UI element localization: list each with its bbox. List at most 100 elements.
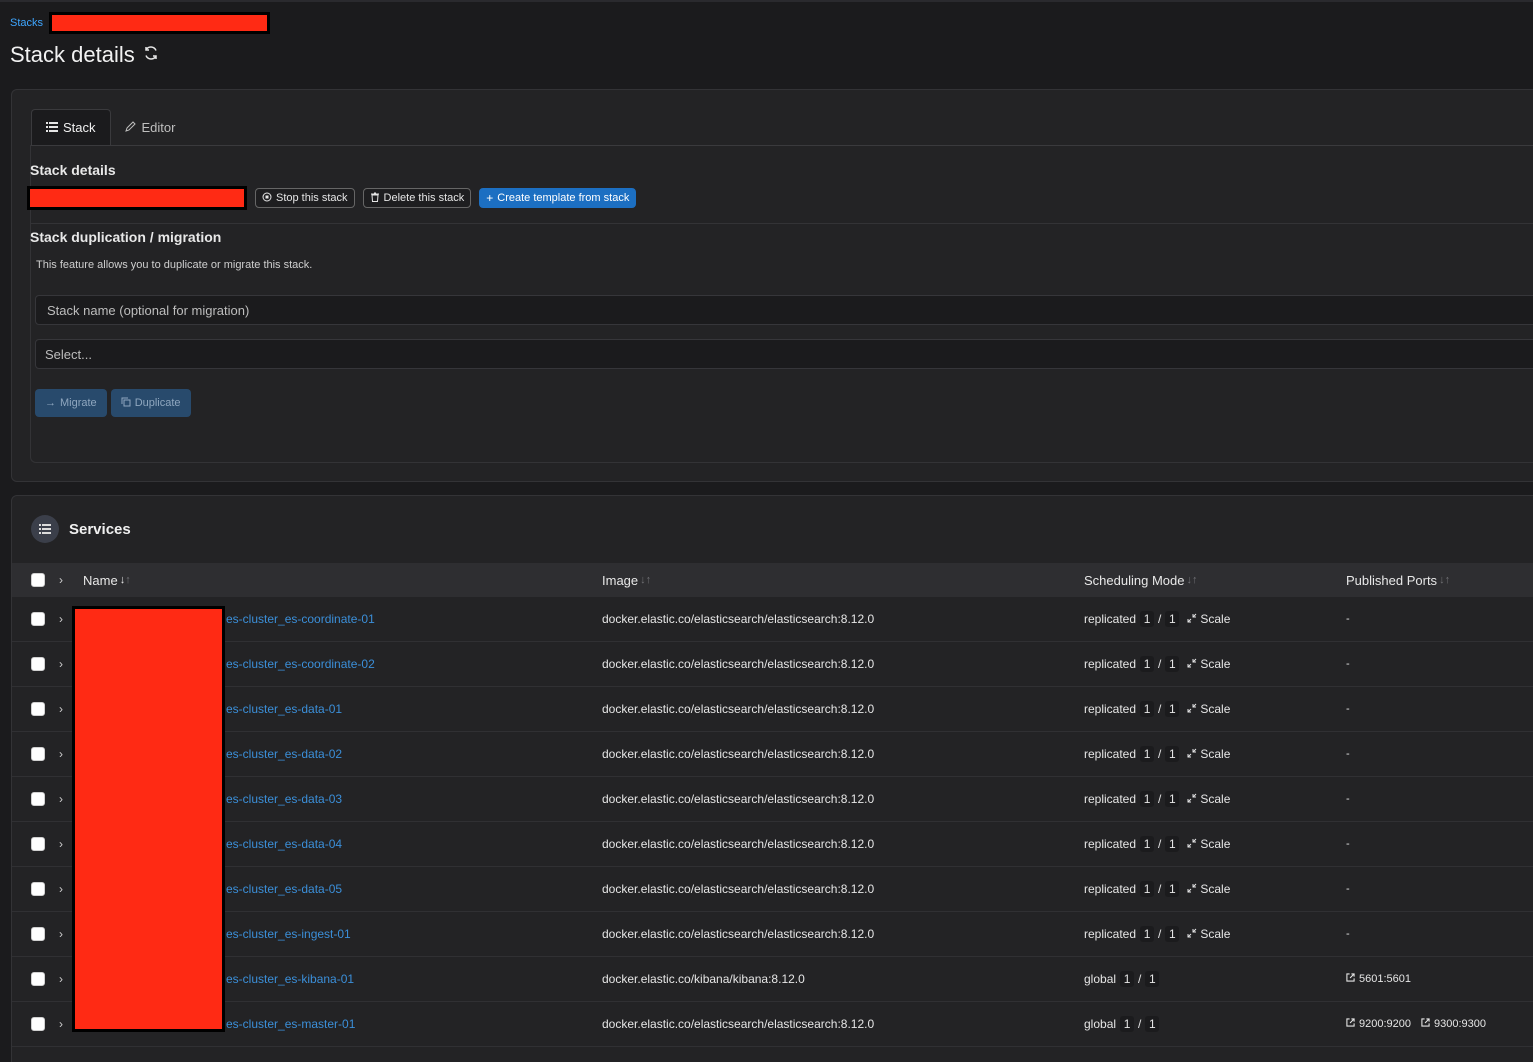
redacted-service-prefixes <box>72 606 225 1032</box>
row-checkbox[interactable] <box>31 912 45 956</box>
table-row[interactable]: › es-cluster_es-ingest-01 docker.elastic… <box>12 912 1533 957</box>
table-row[interactable]: › es-cluster_es-data-04 docker.elastic.c… <box>12 822 1533 867</box>
scale-button[interactable]: Scale <box>1187 702 1230 716</box>
external-link-icon <box>1421 1018 1430 1030</box>
service-name-link[interactable]: es-cluster_es-coordinate-02 <box>226 642 375 686</box>
table-row[interactable]: › es-cluster_es-coordinate-01 docker.ela… <box>12 597 1533 642</box>
scheduling-mode: replicated 1 / 1 Scale <box>1084 777 1230 821</box>
trash-icon <box>370 192 380 205</box>
service-name-link[interactable]: es-cluster_es-kibana-01 <box>226 957 354 1001</box>
published-port-link[interactable]: 9300:9300 <box>1421 1018 1486 1030</box>
service-name-link[interactable]: es-cluster_es-coordinate-01 <box>226 597 375 641</box>
scale-button[interactable]: Scale <box>1187 747 1230 761</box>
expand-row-icon[interactable]: › <box>59 867 63 911</box>
published-port-link[interactable]: 5601:5601 <box>1346 973 1411 985</box>
desired-count: 1 <box>1165 791 1180 807</box>
scale-button[interactable]: Scale <box>1187 927 1230 941</box>
published-ports: - <box>1346 732 1350 776</box>
create-template-button[interactable]: + Create template from stack <box>479 188 637 208</box>
published-ports: - <box>1346 867 1350 911</box>
duplicate-button[interactable]: Duplicate <box>110 389 191 417</box>
expand-row-icon[interactable]: › <box>59 822 63 866</box>
table-row[interactable]: › es-cluster_es-kibana-01 docker.elastic… <box>12 957 1533 1002</box>
row-checkbox[interactable] <box>31 687 45 731</box>
published-ports: - <box>1346 912 1350 956</box>
published-ports: - <box>1346 777 1350 821</box>
expand-row-icon[interactable]: › <box>59 777 63 821</box>
table-row[interactable]: › es-cluster_es-coordinate-02 docker.ela… <box>12 642 1533 687</box>
external-link-icon <box>1346 1018 1355 1030</box>
count-separator: / <box>1158 927 1162 941</box>
expand-row-icon[interactable]: › <box>59 1002 63 1046</box>
row-checkbox[interactable] <box>31 732 45 776</box>
column-scheduling-header[interactable]: Scheduling Mode ↓↑ <box>1084 563 1197 597</box>
expand-all-icon[interactable]: › <box>59 563 63 597</box>
running-count: 1 <box>1140 746 1155 762</box>
delete-stack-button[interactable]: Delete this stack <box>362 188 472 208</box>
stop-stack-button[interactable]: Stop this stack <box>255 188 355 208</box>
mode-label: replicated <box>1084 612 1137 626</box>
sort-icon: ↓↑ <box>119 574 131 586</box>
service-name-link[interactable]: es-cluster_es-data-01 <box>226 687 342 731</box>
table-row[interactable]: › es-cluster_es-data-05 docker.elastic.c… <box>12 867 1533 912</box>
scale-button[interactable]: Scale <box>1187 837 1230 851</box>
running-count: 1 <box>1140 926 1155 942</box>
breadcrumb-stacks-link[interactable]: Stacks <box>10 17 43 29</box>
expand-row-icon[interactable]: › <box>59 687 63 731</box>
expand-row-icon[interactable]: › <box>59 597 63 641</box>
scale-button[interactable]: Scale <box>1187 882 1230 896</box>
expand-row-icon[interactable]: › <box>59 642 63 686</box>
expand-row-icon[interactable]: › <box>59 732 63 776</box>
column-image-header[interactable]: Image ↓↑ <box>602 563 651 597</box>
row-checkbox[interactable] <box>31 1002 45 1046</box>
service-name-link[interactable]: es-cluster_es-data-03 <box>226 777 342 821</box>
tab-stack[interactable]: Stack <box>31 109 111 145</box>
column-name-header[interactable]: Name ↓↑ <box>83 563 131 597</box>
mode-label: replicated <box>1084 837 1137 851</box>
published-port-link[interactable]: 9200:9200 <box>1346 1018 1411 1030</box>
count-separator: / <box>1158 612 1162 626</box>
service-name-link[interactable]: es-cluster_es-ingest-01 <box>226 912 351 956</box>
column-ports-header[interactable]: Published Ports ↓↑ <box>1346 563 1450 597</box>
mode-label: global <box>1084 1017 1117 1031</box>
column-ports-label: Published Ports <box>1346 572 1438 588</box>
mode-label: replicated <box>1084 702 1137 716</box>
row-checkbox[interactable] <box>31 642 45 686</box>
refresh-icon[interactable] <box>143 45 159 66</box>
services-list-icon <box>31 515 59 543</box>
table-row[interactable]: › es-cluster_es-data-02 docker.elastic.c… <box>12 732 1533 777</box>
create-template-label: Create template from stack <box>497 192 630 204</box>
scale-button[interactable]: Scale <box>1187 657 1230 671</box>
service-image: docker.elastic.co/elasticsearch/elastics… <box>602 747 875 761</box>
service-name-link[interactable]: es-cluster_es-data-04 <box>226 822 342 866</box>
table-row[interactable]: › es-cluster_es-data-03 docker.elastic.c… <box>12 777 1533 822</box>
service-image: docker.elastic.co/elasticsearch/elastics… <box>602 882 875 896</box>
service-name-link[interactable]: es-cluster_es-data-02 <box>226 732 342 776</box>
page-header: Stack details <box>10 42 159 68</box>
service-name-link[interactable]: es-cluster_es-data-05 <box>226 867 342 911</box>
scale-button[interactable]: Scale <box>1187 792 1230 806</box>
select-all-checkbox[interactable] <box>31 563 45 597</box>
row-checkbox[interactable] <box>31 597 45 641</box>
expand-row-icon[interactable]: › <box>59 957 63 1001</box>
table-row[interactable]: › es-cluster_es-master-01 docker.elastic… <box>12 1002 1533 1047</box>
migrate-button[interactable]: → Migrate <box>35 389 107 417</box>
row-checkbox[interactable] <box>31 867 45 911</box>
expand-row-icon[interactable]: › <box>59 912 63 956</box>
table-row[interactable]: › es-cluster_es-data-01 docker.elastic.c… <box>12 687 1533 732</box>
stack-details-heading: Stack details <box>30 162 116 178</box>
service-image: docker.elastic.co/elasticsearch/elastics… <box>602 927 875 941</box>
running-count: 1 <box>1140 701 1155 717</box>
plus-icon: + <box>486 191 494 205</box>
mode-label: replicated <box>1084 747 1137 761</box>
environment-select[interactable]: Select... <box>35 339 1533 369</box>
row-checkbox[interactable] <box>31 822 45 866</box>
redacted-stack-name <box>49 12 271 34</box>
stack-name-input[interactable]: Stack name (optional for migration) <box>35 295 1533 325</box>
service-name-link[interactable]: es-cluster_es-master-01 <box>226 1002 355 1046</box>
list-icon <box>46 120 58 135</box>
tab-editor[interactable]: Editor <box>111 109 190 145</box>
row-checkbox[interactable] <box>31 957 45 1001</box>
row-checkbox[interactable] <box>31 777 45 821</box>
scale-button[interactable]: Scale <box>1187 612 1230 626</box>
